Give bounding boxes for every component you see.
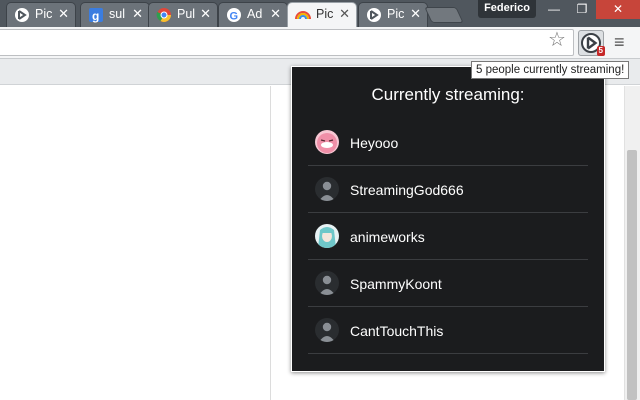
tab-title: Pic: [387, 7, 405, 21]
tab-picarto-2[interactable]: Pic ✕: [358, 2, 428, 27]
window-controls: — ❐ ✕: [540, 0, 640, 19]
close-icon[interactable]: ✕: [270, 6, 281, 22]
toolbar: ☆ ≡: [0, 27, 640, 59]
tab-picarto-1[interactable]: Pic ✕: [6, 2, 76, 27]
streamer-row-animeworks[interactable]: animeworks: [308, 213, 588, 260]
streamer-row-spammykoont[interactable]: SpammyKoont: [308, 260, 588, 307]
svg-text:G: G: [230, 11, 239, 23]
streamer-row-heyooo[interactable]: Heyooo: [308, 119, 588, 166]
close-icon[interactable]: ✕: [339, 6, 350, 22]
google-g-icon: g: [89, 8, 103, 23]
extension-tooltip: 5 people currently streaming!: [471, 61, 630, 79]
close-window-button[interactable]: ✕: [596, 0, 640, 19]
streamer-name: CantTouchThis: [350, 323, 444, 339]
tab-title: Pic: [316, 7, 334, 21]
anime-girl-avatar-icon: [315, 224, 339, 248]
close-icon[interactable]: ✕: [410, 6, 421, 22]
popup-title: Currently streaming:: [371, 85, 525, 104]
default-user-avatar-icon: [315, 271, 339, 295]
address-bar[interactable]: [0, 29, 574, 56]
streamer-name: Heyooo: [350, 135, 399, 151]
streaming-popup: Currently streaming: Heyooo StreamingGod…: [291, 66, 605, 372]
tab-title: Pul: [177, 7, 196, 21]
chrome-icon: [156, 8, 171, 22]
streamer-name: SpammyKoont: [350, 276, 442, 292]
google-icon: G: [227, 8, 241, 23]
streamer-row-canttouchthis[interactable]: CantTouchThis: [308, 307, 588, 354]
maximize-button[interactable]: ❐: [568, 0, 596, 19]
rainbow-icon: [295, 11, 311, 20]
picarto-extension-button[interactable]: 5: [578, 30, 605, 56]
svg-text:g: g: [92, 9, 99, 23]
tab-picarto-active[interactable]: Pic ✕: [287, 2, 357, 27]
minimize-button[interactable]: —: [540, 0, 568, 19]
content-divider: [270, 86, 271, 400]
close-icon[interactable]: ✕: [200, 6, 211, 22]
tab-google[interactable]: G Ad ✕: [218, 2, 288, 27]
streamer-name: animeworks: [350, 229, 425, 245]
new-tab-button[interactable]: [424, 7, 464, 23]
pink-face-avatar-icon: [315, 130, 339, 154]
default-user-avatar-icon: [315, 318, 339, 342]
picarto-icon: [367, 8, 381, 22]
close-icon[interactable]: ✕: [132, 6, 143, 22]
tab-google-search[interactable]: g sul ✕: [80, 2, 150, 27]
tab-chrome[interactable]: Pul ✕: [148, 2, 218, 27]
tab-title: Ad: [247, 7, 263, 21]
streamer-list: Heyooo StreamingGod666 animeworks Spammy…: [308, 119, 588, 354]
default-user-avatar-icon: [315, 177, 339, 201]
streaming-count-badge: 5: [596, 46, 605, 56]
streamer-name: StreamingGod666: [350, 182, 464, 198]
tab-title: Pic: [35, 7, 53, 21]
star-icon[interactable]: ☆: [548, 30, 566, 50]
close-icon[interactable]: ✕: [58, 6, 69, 22]
menu-icon[interactable]: ≡: [614, 32, 625, 52]
picarto-icon: [15, 8, 29, 22]
tab-title: sul: [109, 7, 125, 21]
user-profile-button[interactable]: Federico: [478, 0, 536, 18]
streamer-row-streaminggod666[interactable]: StreamingGod666: [308, 166, 588, 213]
scrollbar-thumb[interactable]: [627, 150, 637, 400]
